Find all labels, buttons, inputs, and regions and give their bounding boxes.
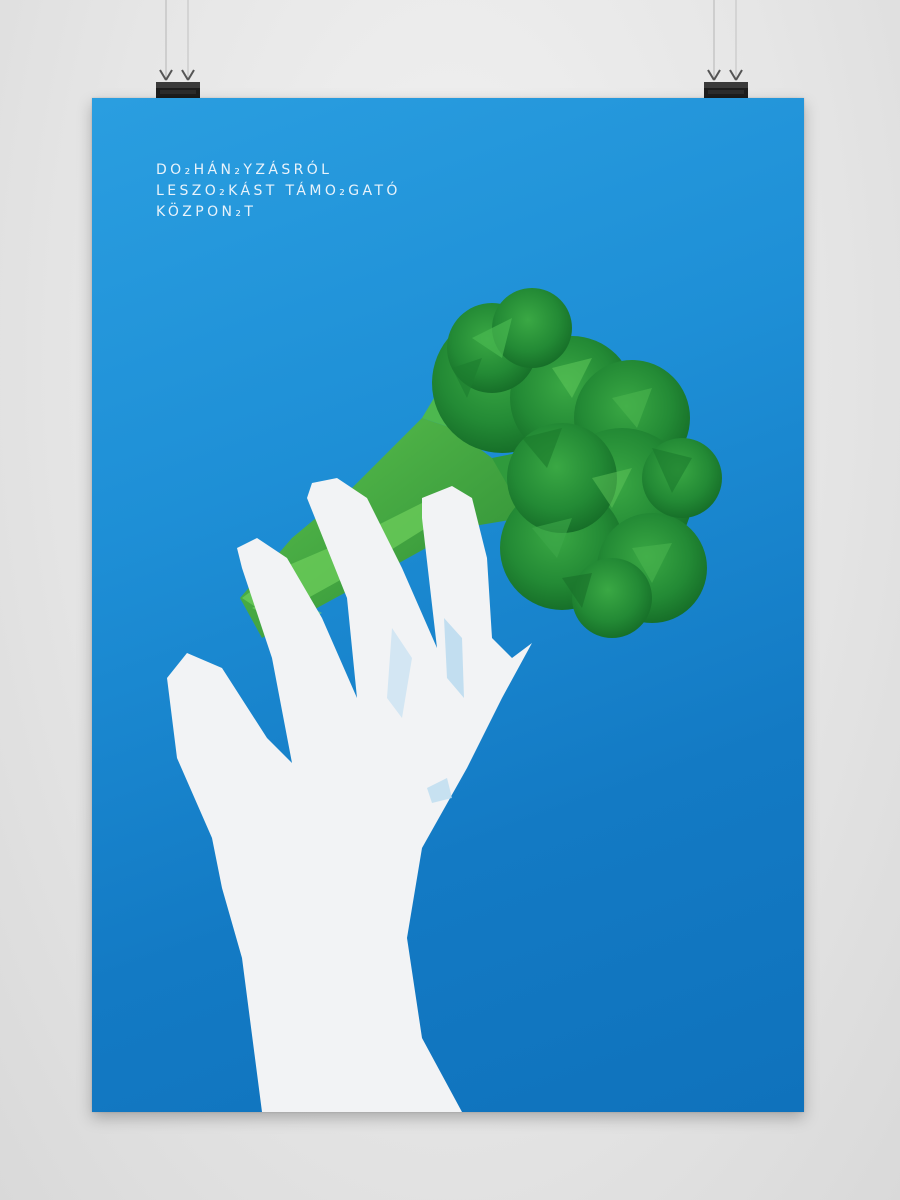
hand-shape (167, 478, 532, 1112)
poster: DO₂HÁN₂YZÁSRÓL LESZO₂KÁST TÁMO₂GATÓ KÖZP… (92, 98, 804, 1112)
broccoli-hand-illustration (167, 288, 722, 1112)
